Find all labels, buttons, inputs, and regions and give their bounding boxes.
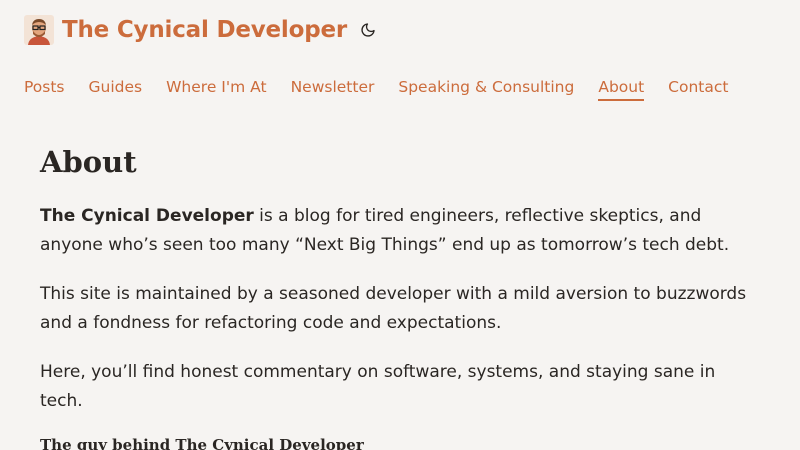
nav-item-contact[interactable]: Contact — [668, 78, 728, 101]
developer-avatar-icon[interactable] — [24, 15, 54, 45]
nav-item-guides[interactable]: Guides — [89, 78, 143, 101]
theme-toggle-button[interactable] — [359, 21, 377, 39]
site-title-link[interactable]: The Cynical Developer — [62, 17, 347, 43]
nav-item-posts[interactable]: Posts — [24, 78, 65, 101]
maintainer-paragraph: This site is maintained by a seasoned de… — [40, 284, 747, 333]
nav-item-about[interactable]: About — [598, 78, 645, 101]
page-title: About — [40, 145, 137, 179]
nav-item-speaking-consulting[interactable]: Speaking & Consulting — [398, 78, 574, 101]
site-header: The Cynical Developer — [24, 14, 377, 46]
nav-item-where-im-at[interactable]: Where I'm At — [166, 78, 266, 101]
main-nav: Posts Guides Where I'm At Newsletter Spe… — [24, 78, 752, 101]
author-subheading: The guy behind The Cynical Developer — [40, 436, 364, 450]
intro-paragraph: The Cynical Developer is a blog for tire… — [40, 202, 760, 260]
commentary-paragraph: Here, you’ll find honest commentary on s… — [40, 362, 716, 411]
main-content: About The Cynical Developer is a blog fo… — [40, 142, 760, 450]
moon-icon — [361, 23, 375, 37]
intro-strong-text: The Cynical Developer — [40, 206, 254, 226]
nav-item-newsletter[interactable]: Newsletter — [291, 78, 375, 101]
